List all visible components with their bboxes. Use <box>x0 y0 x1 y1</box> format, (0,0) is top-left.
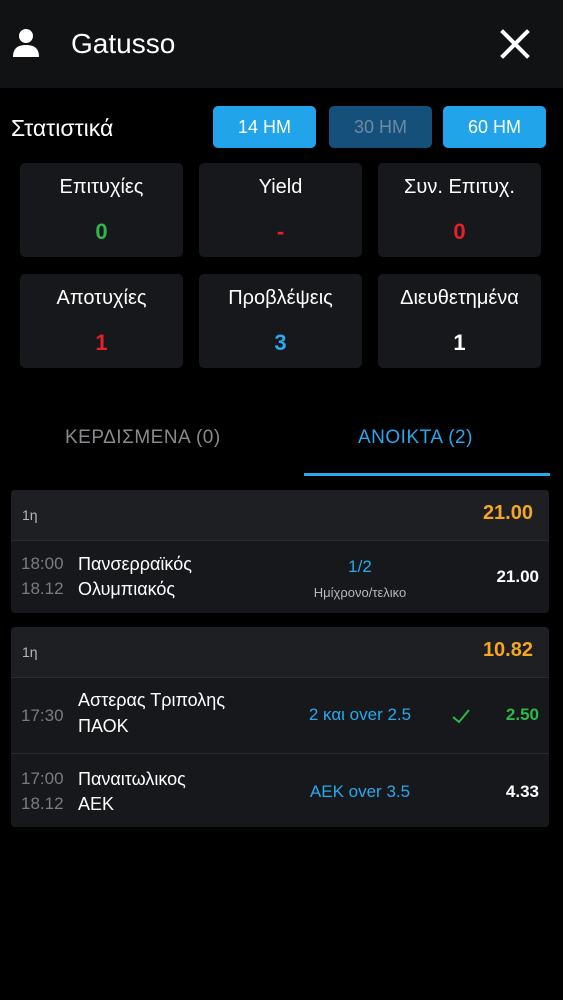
stat-card-predictions: Προβλέψεις 3 <box>199 274 362 368</box>
stat-label: Yield <box>258 176 303 198</box>
user-icon[interactable] <box>12 28 40 58</box>
selection-odds: 2.50 <box>505 705 539 724</box>
stat-value: 1 <box>453 330 466 355</box>
stat-label: Επιτυχίες <box>59 176 144 198</box>
bet-selection-row: 17:00 18.12 Παναιτωλικος ΑΕΚ ΑΕΚ over 3.… <box>11 753 549 827</box>
stats-title: Στατιστικά <box>11 115 114 141</box>
stat-card-consecutive-successes: Συν. Επιτυχ. 0 <box>378 163 541 257</box>
stat-card-successes: Επιτυχίες 0 <box>20 163 183 257</box>
tab-won[interactable]: ΚΕΡΔΙΣΜΕΝΑ (0) <box>65 426 221 450</box>
bet-selection-row: 18:00 18.12 Πανσερραϊκός Ολυμπιακός 1/2 … <box>11 540 549 613</box>
away-team: Ολυμπιακός <box>78 579 176 599</box>
stat-label: Αποτυχίες <box>56 287 147 309</box>
tab-active-indicator <box>304 473 550 476</box>
page-title: Gatusso <box>71 28 176 59</box>
bet-slip[interactable]: 1η 10.82 17:30 Αστερας Τριπολης ΠΑΟΚ 2 κ… <box>11 627 549 827</box>
stat-value: - <box>276 219 285 244</box>
selection-pick: 1/2 <box>348 557 372 576</box>
stat-card-yield: Yield - <box>199 163 362 257</box>
stat-label: Διευθετημένα <box>400 287 519 309</box>
selection-odds: 21.00 <box>496 567 539 586</box>
stat-value: 1 <box>95 330 108 355</box>
tab-open[interactable]: ΑΝΟΙΚΤΑ (2) <box>358 426 473 450</box>
bet-slip[interactable]: 1η 21.00 18:00 18.12 Πανσερραϊκός Ολυμπι… <box>11 490 549 613</box>
bet-slip-header: 1η 10.82 <box>11 627 549 677</box>
away-team: ΠΑΟΚ <box>78 716 129 736</box>
bet-type: 1η <box>22 507 38 523</box>
bet-total-odds: 10.82 <box>482 639 533 661</box>
app-header: Gatusso <box>0 0 563 88</box>
close-icon[interactable] <box>497 26 533 62</box>
stat-card-settled: Διευθετημένα 1 <box>378 274 541 368</box>
stat-label: Προβλέψεις <box>228 287 333 309</box>
bet-total-odds: 21.00 <box>482 502 533 524</box>
stat-value: 3 <box>274 330 287 355</box>
range-60-days-button[interactable]: 60 ΗΜ <box>443 106 546 148</box>
bet-type: 1η <box>22 644 38 660</box>
selection-odds: 4.33 <box>505 782 539 801</box>
check-icon <box>452 709 470 724</box>
bet-slip-header: 1η 21.00 <box>11 490 549 540</box>
home-team: Πανσερραϊκός <box>78 554 192 574</box>
range-30-days-button[interactable]: 30 ΗΜ <box>329 106 432 148</box>
selection-pick: 2 και over 2.5 <box>308 705 412 724</box>
stat-card-failures: Αποτυχίες 1 <box>20 274 183 368</box>
range-14-days-button[interactable]: 14 ΗΜ <box>213 106 316 148</box>
match-date: 18.12 <box>21 579 64 598</box>
stat-label: Συν. Επιτυχ. <box>404 176 515 198</box>
stat-value: 0 <box>453 219 466 244</box>
home-team: Παναιτωλικος <box>78 769 186 789</box>
match-time: 18:00 <box>21 554 64 573</box>
selection-market: Ημίχρονο/τελικο <box>313 585 407 600</box>
match-date: 18.12 <box>21 794 64 813</box>
home-team: Αστερας Τριπολης <box>78 690 225 710</box>
selection-pick: ΑΕΚ over 3.5 <box>309 782 411 801</box>
bet-selection-row: 17:30 Αστερας Τριπολης ΠΑΟΚ 2 και over 2… <box>11 677 549 753</box>
away-team: ΑΕΚ <box>78 794 115 814</box>
match-time: 17:30 <box>21 706 64 725</box>
stats-header: Στατιστικά 14 ΗΜ 30 ΗΜ 60 ΗΜ <box>11 106 551 150</box>
match-time: 17:00 <box>21 769 64 788</box>
stat-value: 0 <box>95 219 108 244</box>
bet-tabs: ΚΕΡΔΙΣΜΕΝΑ (0) ΑΝΟΙΚΤΑ (2) <box>0 410 563 478</box>
